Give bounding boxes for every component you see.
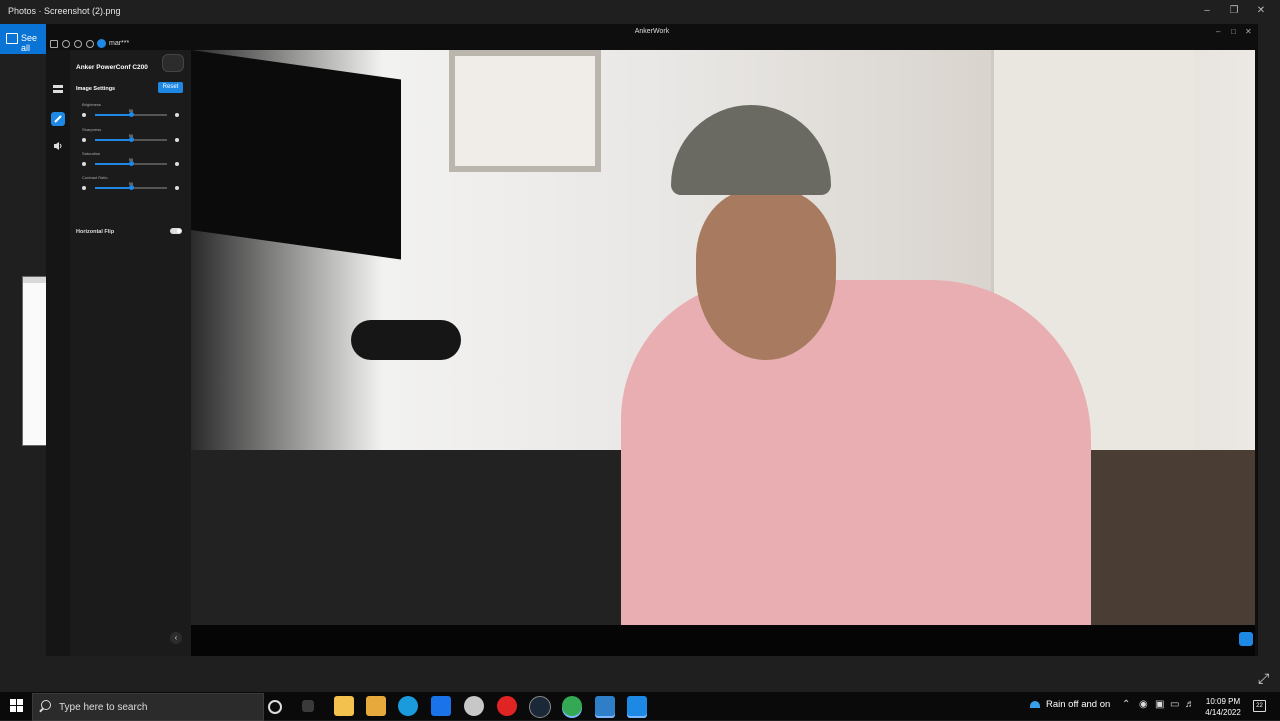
taskbar: Type here to search Rain off and on ⌃ ◉ … [0,692,1280,721]
preview-poster [191,50,401,260]
cortana-icon[interactable] [268,700,282,714]
chrome-icon[interactable] [562,696,582,716]
weather-widget[interactable]: Rain off and on [1030,699,1110,710]
ankerwork-close-button[interactable]: ✕ [1245,27,1252,36]
reset-button[interactable]: Reset [158,82,183,93]
slider-label: Brightness [82,102,101,107]
ankerwork-title: AnkerWork [634,28,670,35]
expand-icon[interactable]: ⤢ [1258,670,1269,687]
ankerwork-title-bar: AnkerWork – □ ✕ mar*** [46,24,1258,50]
decrease-icon[interactable] [82,138,86,142]
slider-value: 50 [128,181,134,186]
camera-settings-icon[interactable] [51,82,65,96]
image-settings-icon[interactable] [51,112,65,126]
decrease-icon[interactable] [82,186,86,190]
clock-time: 10:09 PM [1205,697,1241,706]
audio-icon[interactable] [51,139,65,153]
horizontal-flip-toggle[interactable] [170,228,182,234]
see-all-label: See all [21,33,38,53]
photos-title-bar: Photos · Screenshot (2).png – ❐ ✕ [0,0,1280,24]
saturation-slider[interactable]: Saturation 50 [82,151,180,171]
slider-label: Saturation [82,151,101,156]
search-input[interactable]: Type here to search [32,693,264,721]
section-title: Image Settings [76,86,116,92]
ankerwork-maximize-button[interactable]: □ [1231,27,1236,36]
photos-icon[interactable] [595,696,615,716]
preview-person-cap [671,105,831,195]
increase-icon[interactable] [175,138,179,142]
decrease-icon[interactable] [82,162,86,166]
preview-desk [191,450,621,625]
chevron-up-icon[interactable]: ⌃ [1122,699,1130,710]
webcam-icon [162,54,184,72]
contrast-ratio-slider[interactable]: Contrast Ratio 50 [82,175,180,195]
screenshot-thumbnail[interactable] [22,276,48,446]
photos-window-title: Photos · Screenshot (2).png [8,6,121,16]
slider-label: Contrast Ratio [82,175,108,180]
volume-icon[interactable]: ♬ [1185,699,1195,710]
decrease-icon[interactable] [82,113,86,117]
ankerwork-sidebar [46,50,70,656]
clock-icon[interactable] [74,40,82,48]
settings-icon[interactable] [62,40,70,48]
ankerwork-window: AnkerWork – □ ✕ mar*** Anker PowerConf C… [46,24,1258,656]
maximize-button[interactable]: ❐ [1223,3,1245,19]
edge-icon[interactable] [398,696,418,716]
horizontal-flip-label: Horizontal Flip [76,229,115,235]
network-icon[interactable]: ▭ [1170,699,1179,710]
steam-icon[interactable] [529,696,551,718]
increase-icon[interactable] [175,186,179,190]
device-name: Anker PowerConf C200 [76,64,148,71]
slider-track[interactable] [95,112,167,117]
close-button[interactable]: ✕ [1250,3,1272,19]
increase-icon[interactable] [175,113,179,117]
tray-app-icon[interactable]: ▣ [1155,699,1164,710]
search-placeholder: Type here to search [59,702,148,713]
preview-person-face [696,190,836,360]
camera-preview [191,50,1255,625]
window-icon[interactable] [50,40,58,48]
windows-start-icon[interactable] [10,699,23,712]
store-icon[interactable] [366,696,386,716]
app-icon[interactable] [497,696,517,716]
preview-bottom-bar [191,625,1255,656]
tray-app-icon[interactable]: ◉ [1139,699,1148,710]
fullscreen-icon[interactable] [1239,632,1253,646]
file-explorer-icon[interactable] [334,696,354,716]
slider-value: 50 [128,133,134,138]
notification-icon[interactable]: 22 [1253,700,1266,712]
mail-icon[interactable] [431,696,451,716]
see-all-button[interactable]: See all [0,24,46,54]
slider-track[interactable] [95,137,167,142]
increase-icon[interactable] [175,162,179,166]
ankerwork-minimize-button[interactable]: – [1216,27,1220,36]
preview-microphone [351,320,461,360]
clock-date: 4/14/2022 [1205,708,1241,717]
minimize-button[interactable]: – [1196,3,1218,19]
ankerwork-icon[interactable] [627,696,647,716]
preview-picture-frame [449,50,601,172]
sharpness-slider[interactable]: Sharpness 50 [82,127,180,147]
username[interactable]: mar*** [109,40,129,47]
slider-value: 50 [128,157,134,162]
info-icon[interactable] [86,40,94,48]
slider-track[interactable] [95,185,167,190]
preview-person-shirt [621,280,1091,625]
collapse-panel-button[interactable]: ‹ [170,632,182,644]
avatar[interactable] [97,39,106,48]
umbrella-icon [1030,700,1040,708]
task-view-icon[interactable] [302,700,314,712]
slider-value: 50 [128,108,134,113]
photos-icon [6,33,18,44]
search-icon [41,700,51,710]
slider-label: Sharpness [82,127,102,132]
app-icon[interactable] [464,696,484,716]
weather-label: Rain off and on [1046,699,1111,710]
brightness-slider[interactable]: Brightness 50 [82,102,180,122]
slider-track[interactable] [95,161,167,166]
taskbar-clock[interactable]: 10:09 PM 4/14/2022 [1200,696,1246,718]
image-settings-panel: Anker PowerConf C200 Image Settings Rese… [70,50,191,656]
